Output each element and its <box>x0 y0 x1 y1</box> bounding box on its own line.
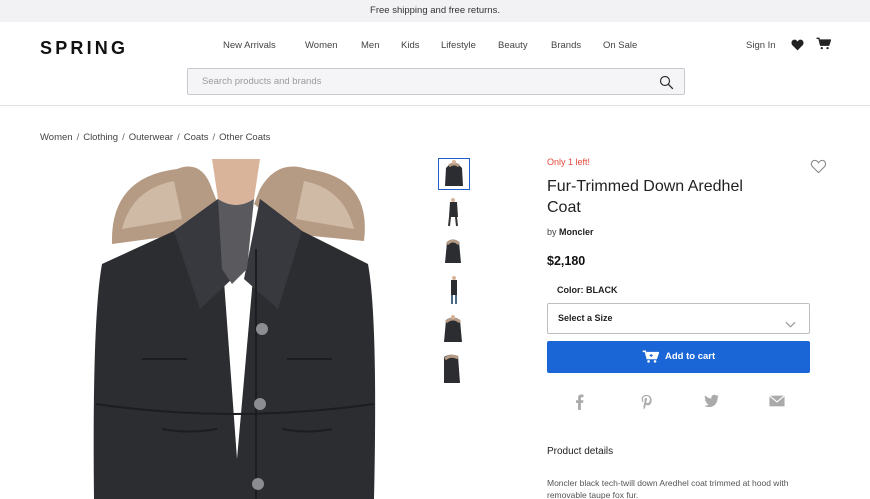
thumbnail[interactable] <box>438 197 470 229</box>
product-details-text: Moncler black tech-twill down Aredhel co… <box>547 478 789 499</box>
product-details-heading: Product details <box>547 446 614 457</box>
color-label: Color: BLACK <box>557 285 618 295</box>
breadcrumb-item[interactable]: Clothing <box>83 132 118 143</box>
search-input[interactable] <box>188 69 628 94</box>
chevron-down-icon <box>785 315 796 333</box>
breadcrumb-separator: / <box>76 132 80 143</box>
breadcrumb-separator: / <box>212 132 216 143</box>
cart-icon[interactable] <box>816 37 832 55</box>
nav-item-brands[interactable]: Brands <box>551 40 581 51</box>
product-main-image[interactable] <box>82 159 382 499</box>
promo-banner: Free shipping and free returns. <box>0 0 870 22</box>
breadcrumb-separator: / <box>122 132 125 143</box>
size-select-label: Select a Size <box>558 313 613 323</box>
site-header: SPRING New Arrivals Women Men Kids Lifes… <box>0 22 870 106</box>
size-select[interactable]: Select a Size <box>547 303 810 334</box>
stock-alert: Only 1 left! <box>547 157 591 167</box>
facebook-icon[interactable] <box>575 394 584 415</box>
product-price: $2,180 <box>547 254 586 268</box>
thumbnail[interactable] <box>438 236 470 268</box>
breadcrumb-item[interactable]: Other Coats <box>219 132 270 143</box>
heart-icon[interactable] <box>810 159 827 179</box>
brand-link[interactable]: Moncler <box>559 227 594 237</box>
breadcrumb-item[interactable]: Outerwear <box>129 132 173 143</box>
search-bar <box>187 68 685 95</box>
thumbnail[interactable] <box>438 353 470 385</box>
product-brand: by Moncler <box>547 227 594 237</box>
heart-icon[interactable] <box>791 38 804 56</box>
pinterest-icon[interactable] <box>640 394 653 415</box>
sign-in-link[interactable]: Sign In <box>746 40 776 51</box>
twitter-icon[interactable] <box>704 394 719 412</box>
nav-item-lifestyle[interactable]: Lifestyle <box>441 40 476 51</box>
color-value: BLACK <box>586 285 618 295</box>
email-icon[interactable] <box>769 394 785 412</box>
cart-icon <box>642 350 660 368</box>
breadcrumb-item[interactable]: Coats <box>184 132 209 143</box>
thumbnail[interactable] <box>438 275 470 307</box>
add-to-cart-button[interactable]: Add to cart <box>547 341 810 373</box>
search-icon[interactable] <box>659 75 674 95</box>
product-title: Fur-Trimmed Down Aredhel Coat <box>547 178 743 216</box>
add-to-cart-label: Add to cart <box>665 351 716 362</box>
by-label: by <box>547 227 557 237</box>
thumbnail[interactable] <box>438 314 470 346</box>
nav-item-women[interactable]: Women <box>305 40 338 51</box>
nav-item-men[interactable]: Men <box>361 40 379 51</box>
color-label-key: Color: <box>557 285 584 295</box>
breadcrumb: Women / Clothing / Outerwear / Coats / Other Coa… <box>40 132 270 143</box>
nav-item-beauty[interactable]: Beauty <box>498 40 528 51</box>
thumbnail[interactable] <box>438 158 470 190</box>
nav-item-kids[interactable]: Kids <box>401 40 419 51</box>
breadcrumb-separator: / <box>177 132 180 143</box>
site-logo[interactable]: SPRING <box>40 38 128 59</box>
breadcrumb-item[interactable]: Women <box>40 132 73 143</box>
nav-item-on-sale[interactable]: On Sale <box>603 40 637 51</box>
nav-item-new-arrivals[interactable]: New Arrivals <box>223 40 276 51</box>
